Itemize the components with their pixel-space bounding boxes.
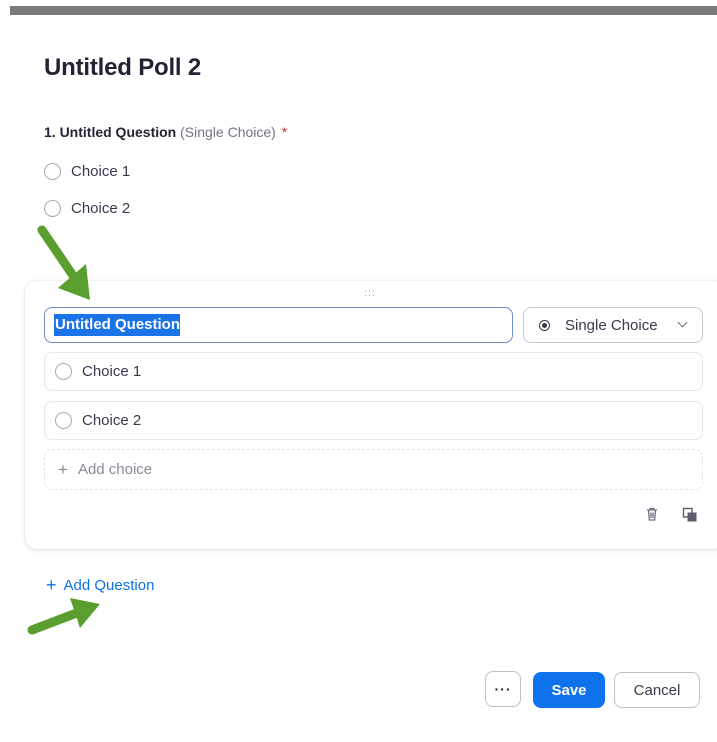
question-preview-name: 1. Untitled Question — [44, 124, 177, 140]
choice-input-label[interactable]: Choice 1 — [82, 363, 141, 380]
top-bar — [10, 6, 717, 15]
radio-icon — [55, 412, 72, 429]
radio-icon[interactable] — [44, 162, 61, 180]
chevron-down-icon — [677, 317, 688, 328]
preview-choice-label: Choice 2 — [71, 199, 131, 217]
green-arrow-icon — [37, 225, 90, 300]
question-title-input[interactable]: Untitled Question — [44, 307, 513, 343]
radio-icon — [55, 363, 72, 380]
radio-icon[interactable] — [44, 199, 61, 217]
question-title-text[interactable]: Untitled Question — [54, 314, 180, 336]
radio-selected-icon — [539, 319, 550, 331]
plus-icon: + — [46, 575, 57, 595]
add-question-label: Add Question — [63, 576, 155, 594]
preview-choice-2[interactable]: Choice 2 — [44, 197, 130, 219]
add-choice-label: Add choice — [77, 461, 153, 478]
choice-input-1[interactable]: Choice 1 — [44, 352, 703, 391]
choice-input-2[interactable]: Choice 2 — [44, 401, 703, 440]
green-arrow-icon — [27, 598, 100, 635]
duplicate-icon[interactable] — [682, 507, 698, 523]
question-type-label: Single Choice — [565, 316, 658, 334]
preview-choice-1[interactable]: Choice 1 — [44, 160, 130, 182]
save-button[interactable]: Save — [533, 672, 605, 708]
plus-icon: + — [58, 459, 68, 479]
question-preview-type: (Single Choice) — [180, 124, 276, 140]
preview-choice-label: Choice 1 — [71, 162, 131, 180]
question-preview-label: 1. Untitled Question (Single Choice) * — [44, 124, 287, 140]
more-options-button[interactable]: ··· — [485, 671, 521, 707]
choice-input-label[interactable]: Choice 2 — [82, 412, 141, 429]
add-question-button[interactable]: + Add Question — [46, 576, 154, 594]
drag-handle-icon[interactable]: ::: — [364, 289, 376, 299]
trash-icon[interactable] — [645, 506, 659, 522]
question-type-select[interactable]: Single Choice — [523, 307, 703, 343]
poll-title: Untitled Poll 2 — [44, 54, 202, 81]
add-choice-button[interactable]: + Add choice — [44, 449, 703, 490]
required-mark: * — [281, 124, 288, 140]
cancel-button[interactable]: Cancel — [614, 672, 700, 708]
